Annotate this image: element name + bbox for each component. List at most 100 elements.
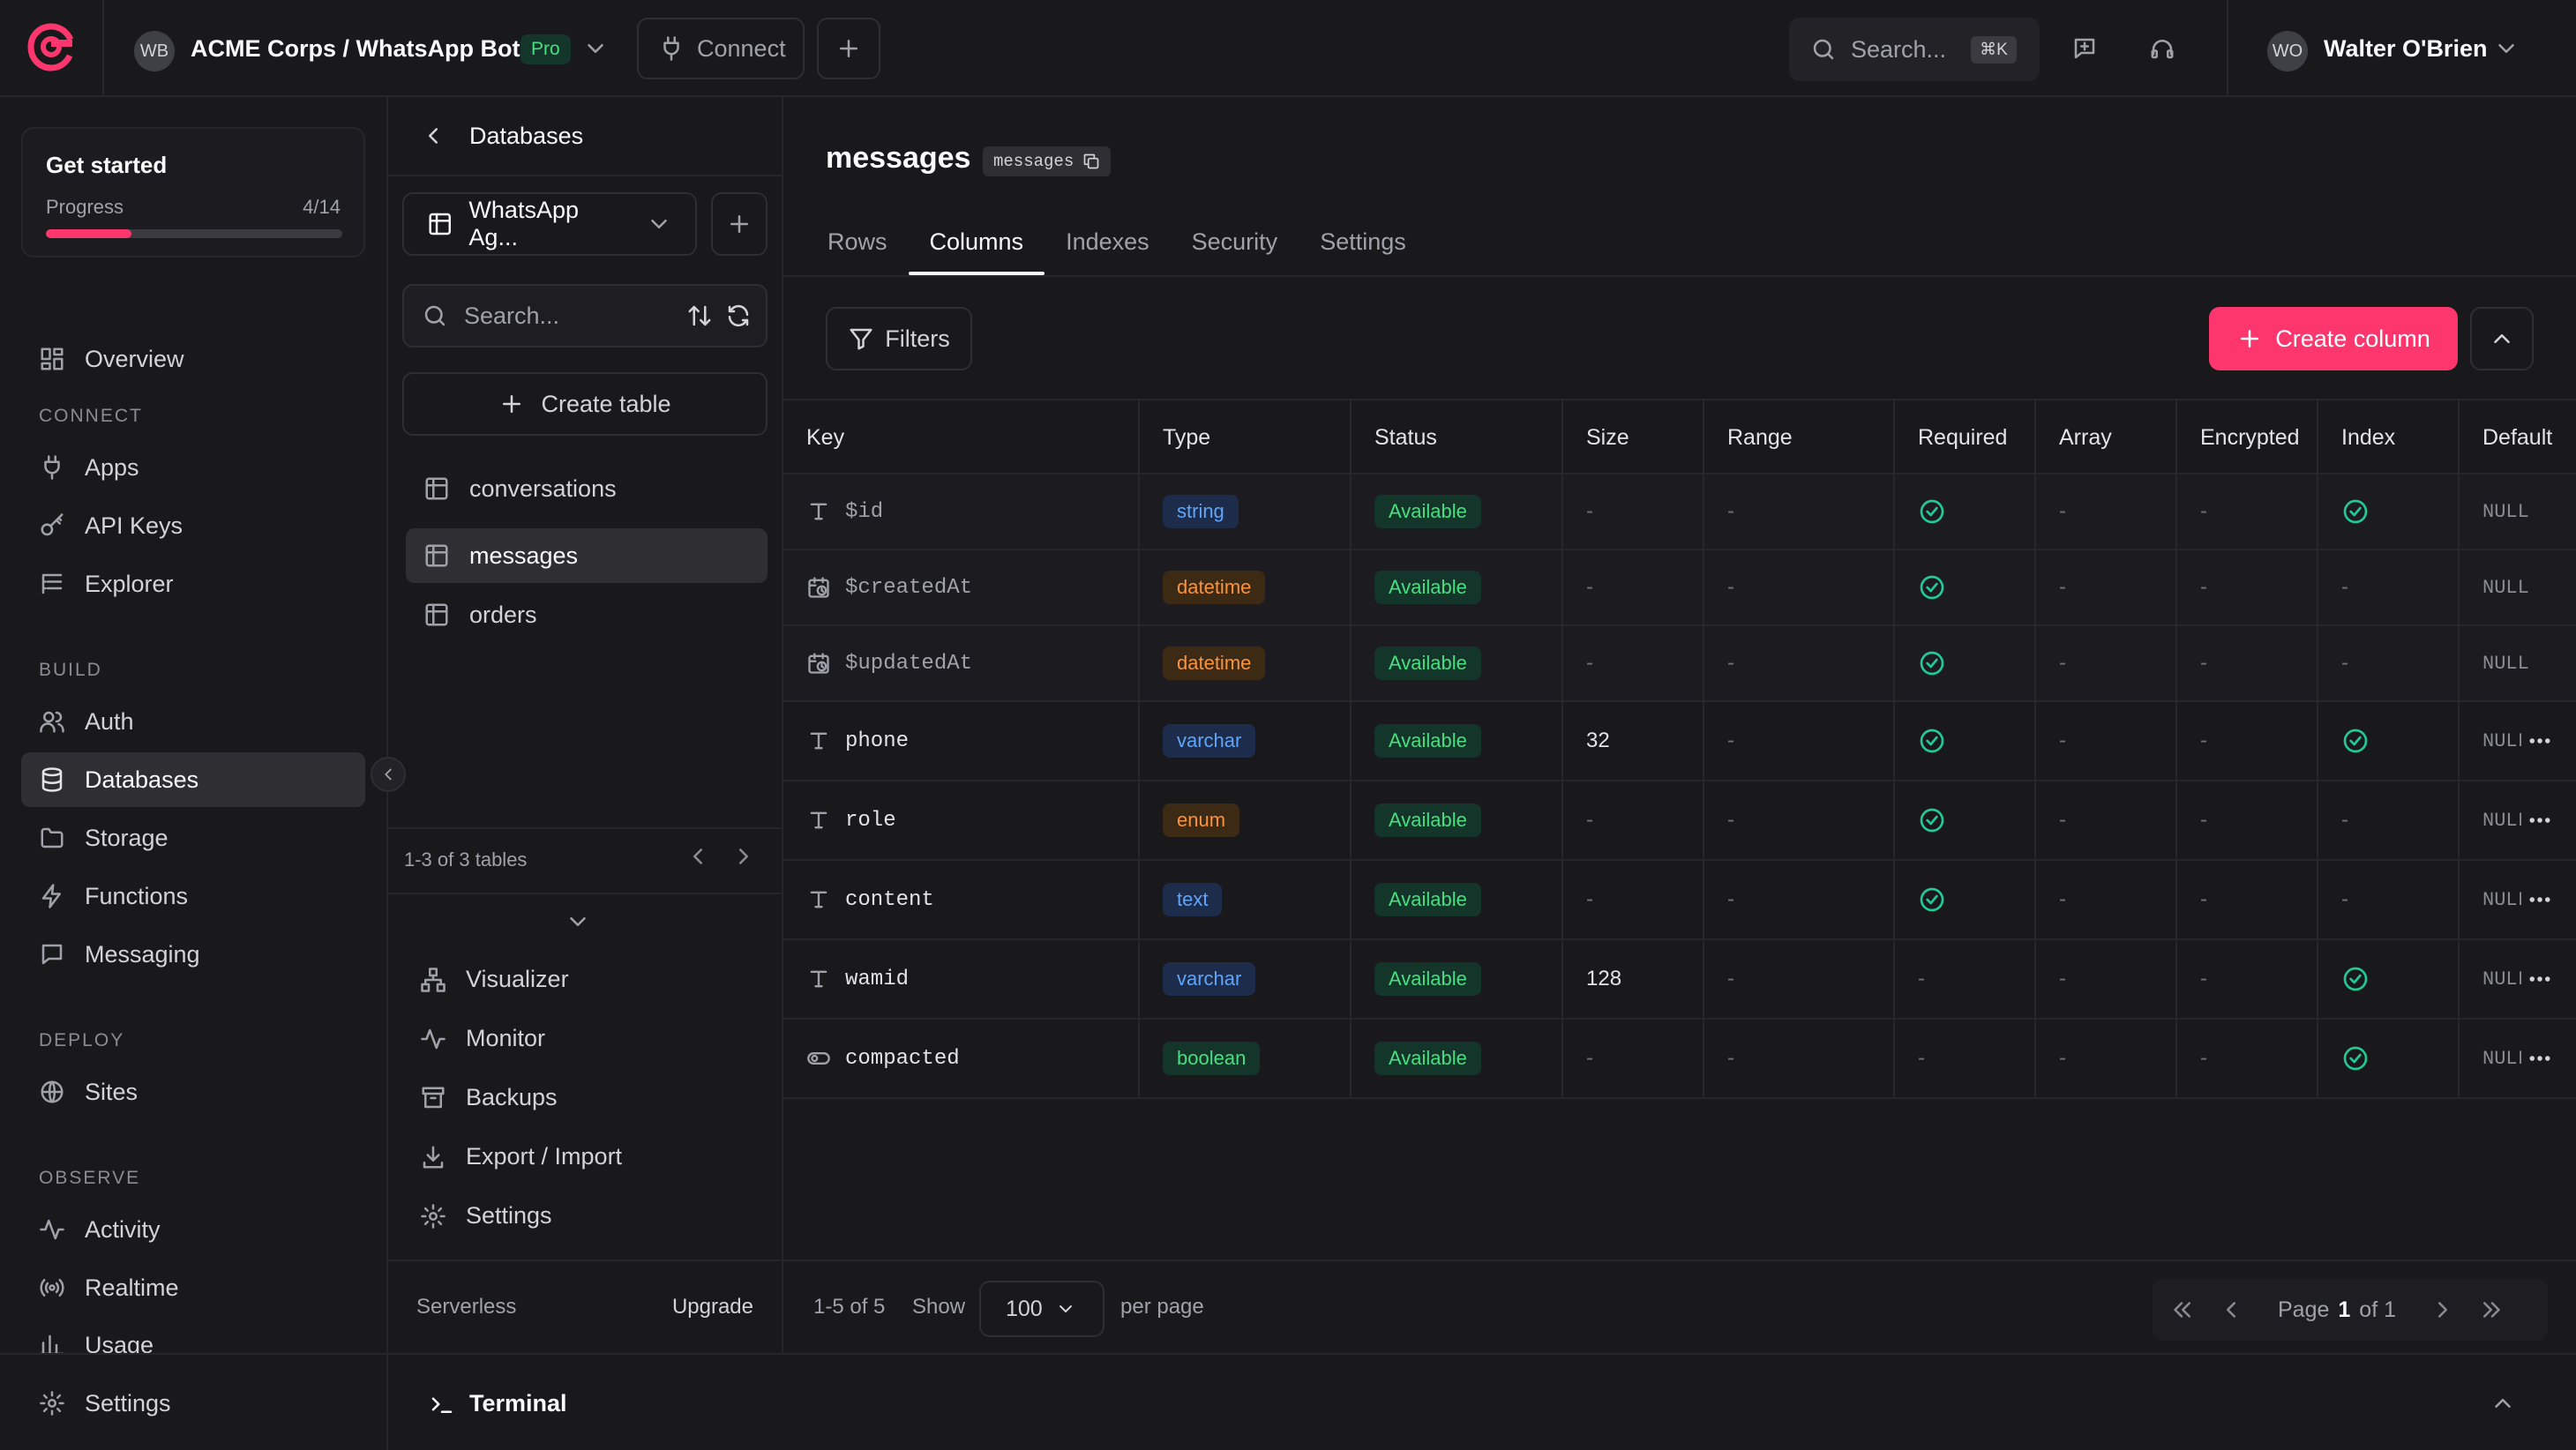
collapse-sidebar-button[interactable] xyxy=(371,757,406,792)
user-name[interactable]: Walter O'Brien xyxy=(2324,35,2487,63)
sidebar-item-label: Functions xyxy=(85,882,189,909)
filters-button[interactable]: Filters xyxy=(826,307,972,370)
terminal-toggle[interactable]: Terminal xyxy=(429,1390,567,1417)
connect-button[interactable]: Connect xyxy=(637,18,805,79)
upgrade-link[interactable]: Upgrade xyxy=(672,1295,753,1319)
tool-item-monitor[interactable]: Monitor xyxy=(420,1025,545,1052)
sidebar-item-apps[interactable]: Apps xyxy=(21,440,365,495)
next-page-icon[interactable] xyxy=(2430,1297,2456,1323)
tool-item-backups[interactable]: Backups xyxy=(420,1084,558,1111)
plug-icon xyxy=(44,455,60,480)
activity-icon xyxy=(40,1219,64,1240)
table-item-conversations[interactable]: conversations xyxy=(406,461,768,516)
table-id-chip[interactable]: messages xyxy=(983,146,1112,176)
table-row[interactable]: $updatedAt datetime Available - - - - - NULL xyxy=(783,626,2576,702)
prev-page-icon[interactable] xyxy=(685,843,711,870)
more-options-icon[interactable] xyxy=(2521,781,2553,859)
table-search-input[interactable]: Search... xyxy=(402,284,768,348)
expand-tools-chevron-icon[interactable] xyxy=(565,908,591,935)
more-options-icon[interactable] xyxy=(2521,1020,2553,1097)
type-badge: varchar xyxy=(1163,962,1256,996)
table-row[interactable]: $createdAt datetime Available - - - - - NULL xyxy=(783,550,2576,626)
sidebar-item-sites[interactable]: Sites xyxy=(21,1065,365,1119)
prev-page-icon[interactable] xyxy=(2218,1297,2244,1323)
add-database-button[interactable] xyxy=(711,192,768,256)
cell-encrypted: - xyxy=(2177,550,2318,624)
cell-type: string xyxy=(1140,475,1352,549)
column-key: role xyxy=(845,808,896,833)
user-avatar[interactable]: WO xyxy=(2267,31,2308,71)
org-project-name[interactable]: ACME Corps / WhatsApp Bot xyxy=(191,35,520,63)
global-search-placeholder: Search... xyxy=(1851,35,1947,63)
sidebar-item-realtime[interactable]: Realtime xyxy=(21,1260,365,1315)
terminal-panel[interactable]: Terminal xyxy=(388,1353,2576,1450)
headphones-icon[interactable] xyxy=(2149,35,2175,62)
tool-item-visualizer[interactable]: Visualizer xyxy=(420,966,569,993)
tab-settings[interactable]: Settings xyxy=(1299,210,1427,273)
sidebar-item-api-keys[interactable]: API Keys xyxy=(21,498,365,553)
tab-indexes[interactable]: Indexes xyxy=(1045,210,1171,273)
cell-index xyxy=(2318,702,2460,780)
sidebar-item-databases[interactable]: Databases xyxy=(21,752,365,807)
check-circle-icon xyxy=(2341,497,2370,526)
table-row[interactable]: phone varchar Available 32- - - NULL xyxy=(783,702,2576,781)
get-started-title: Get started xyxy=(46,152,168,178)
collapse-header-button[interactable] xyxy=(2470,307,2534,370)
global-search[interactable]: Search... ⌘K xyxy=(1789,18,2040,81)
sidebar-item-messaging[interactable]: Messaging xyxy=(21,927,365,982)
table-item-messages[interactable]: messages xyxy=(406,528,768,583)
refresh-icon[interactable] xyxy=(725,303,752,329)
chevron-up-icon[interactable] xyxy=(2490,1390,2516,1416)
more-options-icon[interactable] xyxy=(2521,861,2553,938)
text-icon xyxy=(806,967,831,991)
column-key: $createdAt xyxy=(845,575,973,600)
cell-index: - xyxy=(2318,550,2460,624)
sidebar-item-activity[interactable]: Activity xyxy=(21,1202,365,1257)
add-button[interactable] xyxy=(817,18,880,79)
tab-columns[interactable]: Columns xyxy=(908,210,1045,275)
next-page-icon[interactable] xyxy=(730,843,757,870)
status-badge: Available xyxy=(1374,962,1481,996)
sidebar-item-usage[interactable]: Usage xyxy=(21,1334,365,1353)
create-column-button[interactable]: Create column xyxy=(2209,307,2458,370)
org-avatar[interactable]: WB xyxy=(134,31,175,71)
sidebar-item-storage[interactable]: Storage xyxy=(21,811,365,865)
tab-rows[interactable]: Rows xyxy=(806,210,909,273)
user-menu-chevron-icon[interactable] xyxy=(2493,35,2520,62)
first-page-icon[interactable] xyxy=(2168,1297,2195,1323)
table-row[interactable]: content text Available - - - - - NULL xyxy=(783,861,2576,940)
more-options-icon[interactable] xyxy=(2521,940,2553,1018)
sidebar-item-functions[interactable]: Functions xyxy=(21,869,365,923)
last-page-icon[interactable] xyxy=(2479,1297,2505,1323)
table-row[interactable]: wamid varchar Available 128- - - - NULL xyxy=(783,940,2576,1020)
create-table-button[interactable]: Create table xyxy=(402,372,768,436)
cell-size: 128 xyxy=(1563,940,1704,1018)
table-row[interactable]: role enum Available - - - - - NULL xyxy=(783,781,2576,861)
feedback-icon[interactable] xyxy=(2071,35,2098,62)
sort-icon[interactable] xyxy=(686,303,713,329)
databases-back-link[interactable]: Databases xyxy=(388,97,782,176)
default-value: NULL xyxy=(2482,500,2529,523)
more-options-icon[interactable] xyxy=(2521,702,2553,780)
sidebar-item-settings[interactable]: Settings xyxy=(21,1376,365,1431)
table-row[interactable]: compacted boolean Available - - - - - NULL xyxy=(783,1020,2576,1099)
sidebar-item-explorer[interactable]: Explorer xyxy=(21,557,365,611)
sidebar-item-overview[interactable]: Overview xyxy=(21,332,365,386)
status-badge: Available xyxy=(1374,803,1481,837)
org-switcher-chevron-icon[interactable] xyxy=(582,35,609,62)
connect-label: Connect xyxy=(697,34,786,62)
check-circle-icon xyxy=(1918,573,1946,602)
database-select[interactable]: WhatsApp Ag... xyxy=(402,192,697,256)
table-item-orders[interactable]: orders xyxy=(406,587,768,642)
cell-key: $createdAt xyxy=(783,550,1140,624)
tool-item-export-import[interactable]: Export / Import xyxy=(420,1143,622,1170)
table-row[interactable]: $id string Available - - - - NULL xyxy=(783,475,2576,550)
tab-security[interactable]: Security xyxy=(1171,210,1299,273)
cell-default: NULL xyxy=(2460,940,2576,1018)
get-started-card[interactable]: Get started Progress 4/14 xyxy=(21,127,365,258)
sidebar-item-auth[interactable]: Auth xyxy=(21,694,365,749)
appwrite-logo-icon[interactable] xyxy=(26,22,76,71)
tool-item-settings[interactable]: Settings xyxy=(420,1202,552,1230)
per-page-select[interactable]: 100 xyxy=(979,1281,1105,1337)
download-icon xyxy=(423,1146,444,1168)
